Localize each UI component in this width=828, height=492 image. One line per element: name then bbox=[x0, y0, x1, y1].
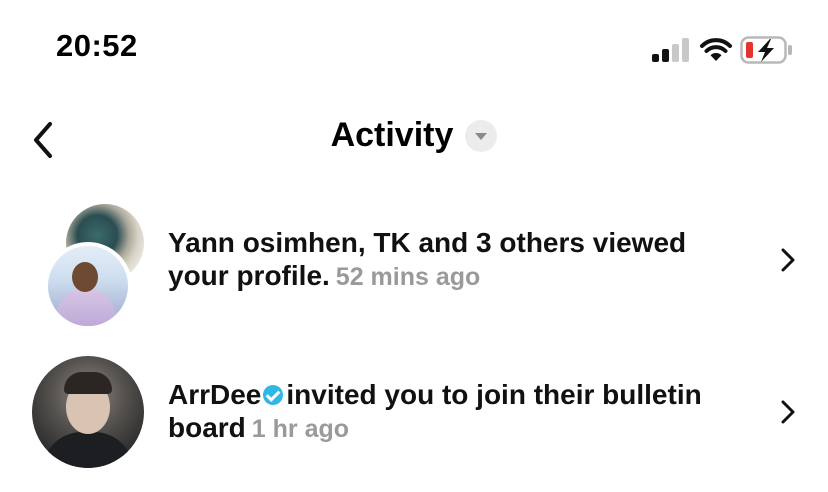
activity-time: 52 mins ago bbox=[335, 263, 481, 291]
activity-text: ArrDee invited you to join their bulletin… bbox=[168, 378, 748, 446]
activity-user-name[interactable]: ArrDee bbox=[168, 379, 261, 410]
title-wrap: Activity bbox=[0, 116, 828, 155]
status-time: 20:52 bbox=[56, 28, 138, 63]
avatar bbox=[44, 242, 132, 330]
page-title: Activity bbox=[330, 116, 454, 154]
chevron-right-icon[interactable] bbox=[776, 397, 800, 427]
avatar bbox=[32, 356, 144, 468]
status-bar: 20:52 bbox=[0, 0, 828, 100]
battery-low-charging-icon bbox=[740, 36, 792, 64]
caret-down-icon[interactable] bbox=[465, 119, 498, 152]
header: Activity bbox=[0, 100, 828, 180]
activity-text: Yann osimhen, TK and 3 others viewed you… bbox=[168, 226, 748, 294]
chevron-right-icon[interactable] bbox=[776, 245, 800, 275]
activity-item-bulletin-invite[interactable]: ArrDee invited you to join their bulletin… bbox=[0, 340, 828, 480]
wifi-icon bbox=[700, 38, 732, 61]
avatar-stack bbox=[44, 202, 148, 330]
activity-item-profile-views[interactable]: Yann osimhen, TK and 3 others viewed you… bbox=[0, 190, 828, 330]
cellular-signal-icon bbox=[652, 38, 692, 62]
verified-badge-icon bbox=[263, 384, 284, 405]
activity-time: 1 hr ago bbox=[251, 415, 350, 443]
